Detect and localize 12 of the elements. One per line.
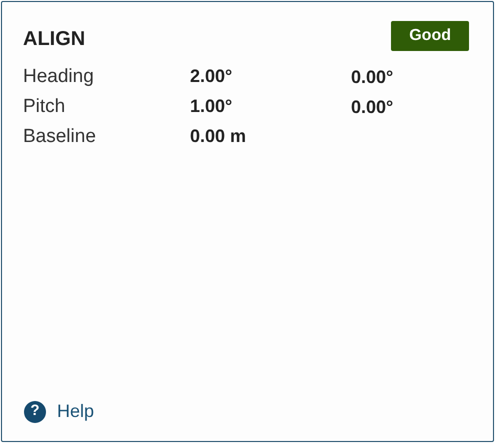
row-label: Baseline xyxy=(23,124,97,149)
row-label: Pitch xyxy=(23,94,66,119)
row-value: 0.00° xyxy=(351,66,394,88)
row-label: Heading xyxy=(23,64,95,89)
status-badge: Good xyxy=(391,21,469,51)
row-value: 0.00° xyxy=(351,96,394,118)
help-icon[interactable]: ? xyxy=(24,400,46,422)
row-value: 1.00° xyxy=(190,96,232,116)
row-value: 0.00 m xyxy=(190,126,246,146)
card-title: ALIGN xyxy=(23,27,86,52)
help-link[interactable]: Help xyxy=(57,398,94,425)
row-value: 2.00° xyxy=(190,66,232,86)
